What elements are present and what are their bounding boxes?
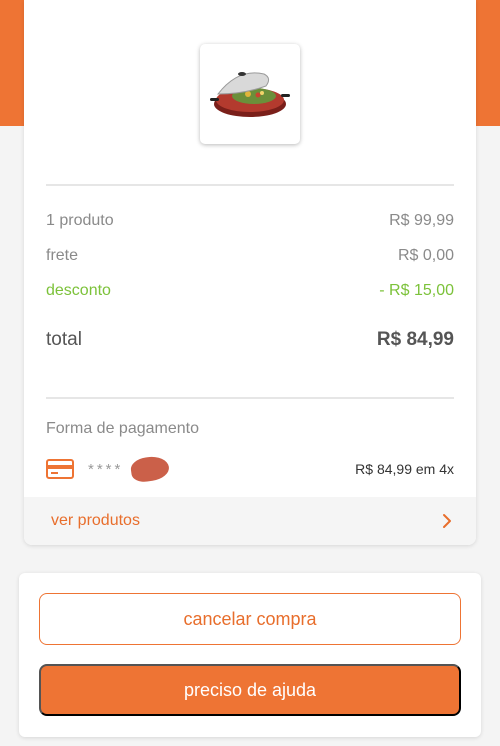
subtotal-label: 1 produto <box>46 212 114 229</box>
cancel-purchase-button[interactable]: cancelar compra <box>39 593 461 645</box>
redacted-card-digits <box>129 454 171 484</box>
divider <box>46 397 454 399</box>
subtotal-value: R$ 99,99 <box>389 212 454 229</box>
subtotal-row: 1 produto R$ 99,99 <box>46 212 454 230</box>
discount-label: desconto <box>46 282 111 299</box>
product-thumbnail[interactable] <box>200 44 300 144</box>
discount-value: - R$ 15,00 <box>379 282 454 299</box>
total-row: total R$ 84,99 <box>46 329 454 351</box>
order-card: 1 produto R$ 99,99 frete R$ 0,00 descont… <box>24 0 476 545</box>
need-help-button[interactable]: preciso de ajuda <box>39 664 461 716</box>
wok-pan-image <box>210 72 290 117</box>
masked-card-number: **** <box>88 460 124 478</box>
shipping-value: R$ 0,00 <box>397 247 454 264</box>
view-products-link[interactable]: ver produtos <box>24 497 476 545</box>
shipping-label: frete <box>46 247 79 264</box>
shipping-row: frete R$ 0,00 <box>46 247 454 265</box>
chevron-right-icon <box>443 514 451 528</box>
discount-row: desconto - R$ 15,00 <box>46 282 454 300</box>
installments-value: R$ 84,99 em 4x <box>355 461 454 477</box>
total-value: R$ 84,99 <box>376 329 454 350</box>
view-products-label: ver produtos <box>51 512 140 529</box>
payment-method-title: Forma de pagamento <box>46 420 199 437</box>
total-label: total <box>46 329 82 350</box>
actions-panel: cancelar compra preciso de ajuda <box>19 573 481 737</box>
payment-method-row: **** R$ 84,99 em 4x <box>46 454 454 484</box>
divider <box>46 184 454 186</box>
credit-card-icon <box>46 459 74 479</box>
